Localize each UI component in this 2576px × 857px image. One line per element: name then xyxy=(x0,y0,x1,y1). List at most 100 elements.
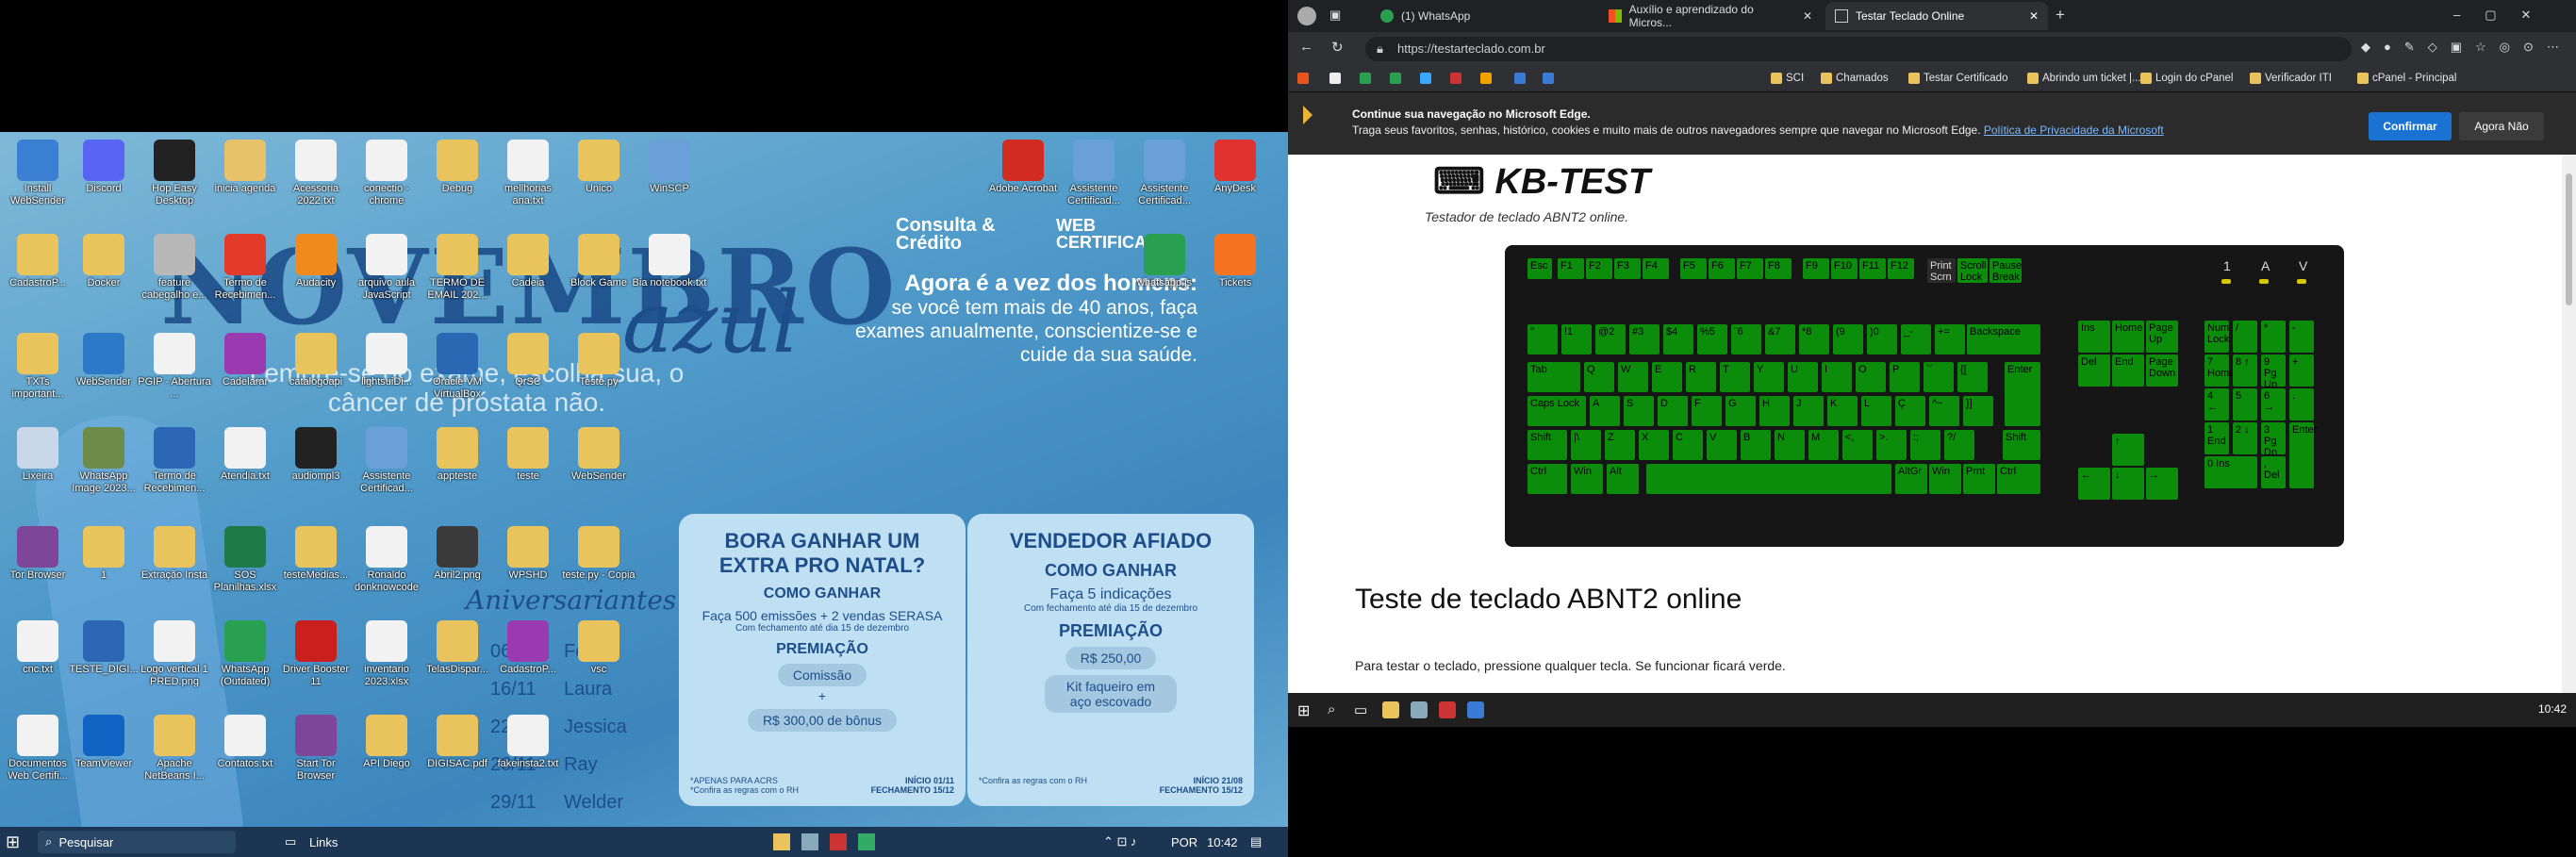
keyboard-key[interactable]: Win xyxy=(1571,464,1603,494)
new-tab-button[interactable]: + xyxy=(2056,6,2065,25)
favorite-icon[interactable] xyxy=(1420,70,1431,87)
confirm-button[interactable]: Confirmar xyxy=(2369,112,2452,140)
desktop-icon[interactable]: TERMO DE EMAIL 202... xyxy=(420,230,495,324)
keyboard-key[interactable]: F11 xyxy=(1859,258,1886,279)
windows-start-icon[interactable]: ⊞ xyxy=(1297,701,1314,719)
keyboard-key[interactable]: Q xyxy=(1584,362,1614,392)
keyboard-key[interactable]: F1 xyxy=(1558,258,1584,279)
desktop-icon[interactable]: Lixeira xyxy=(0,423,75,518)
keyboard-key[interactable]: F4 xyxy=(1643,258,1669,279)
keyboard-key[interactable]: X xyxy=(1639,430,1669,460)
desktop-icon[interactable]: AnyDesk xyxy=(1197,136,1273,230)
favorite-link[interactable]: Login do cPanel xyxy=(2140,70,2233,87)
keyboard-key[interactable]: |\ xyxy=(1571,430,1601,460)
keyboard-key[interactable]: Scroll Lock xyxy=(1957,258,1988,283)
keyboard-key[interactable]: 5 xyxy=(2233,388,2257,420)
keyboard-key[interactable]: `´ xyxy=(1924,362,1954,392)
desktop-icon[interactable]: Driver Booster 11 xyxy=(278,617,354,711)
keyboard-key[interactable]: F10 xyxy=(1831,258,1858,279)
tab-actions-icon[interactable]: ▣ xyxy=(1329,8,1341,23)
desktop-icon[interactable]: WebSender xyxy=(561,423,636,518)
file-explorer-icon[interactable] xyxy=(1382,701,1399,718)
desktop-icon[interactable]: Ronaldo donknowcode xyxy=(349,522,424,617)
back-icon[interactable]: ← xyxy=(1299,39,1313,55)
keyboard-key[interactable]: F7 xyxy=(1737,258,1763,279)
favorite-icon[interactable] xyxy=(1360,70,1371,87)
keyboard-key[interactable]: ¨6 xyxy=(1731,324,1761,354)
keyboard-key[interactable]: Page Down xyxy=(2146,354,2178,387)
keyboard-key[interactable]: !1 xyxy=(1561,324,1592,354)
desktop-icon[interactable]: Termo de Recebimen... xyxy=(207,230,283,324)
keyboard-key[interactable]: Z xyxy=(1605,430,1635,460)
keyboard-key[interactable]: ?/ xyxy=(1944,430,1974,460)
keyboard-key[interactable]: F3 xyxy=(1614,258,1641,279)
keyboard-key[interactable]: V xyxy=(1707,430,1737,460)
keyboard-key[interactable]: R xyxy=(1686,362,1716,392)
keyboard-key[interactable]: Page Up xyxy=(2146,321,2178,353)
keyboard-key[interactable]: Home xyxy=(2112,321,2144,353)
desktop-icon[interactable]: TXTs important... xyxy=(0,329,75,423)
keyboard-key[interactable]: - xyxy=(2289,321,2314,353)
refresh-icon[interactable]: ↻ xyxy=(1331,39,1344,56)
keyboard-key[interactable]: " xyxy=(1527,324,1558,354)
keyboard-key[interactable]: S xyxy=(1624,396,1654,426)
keyboard-key[interactable]: *8 xyxy=(1799,324,1829,354)
desktop-icon[interactable]: Start Tor Browser xyxy=(278,711,354,805)
desktop-icon[interactable]: Install WebSender xyxy=(0,136,75,230)
desktop-icon[interactable]: Assistente Certificad... xyxy=(1127,136,1202,230)
desktop-icon[interactable]: Acessoria 2022.txt xyxy=(278,136,354,230)
desktop-icon[interactable]: arquivo aula JavaScript xyxy=(349,230,424,324)
keyboard-key[interactable]: 8 ↑ xyxy=(2233,354,2257,387)
desktop-icon[interactable]: Docker xyxy=(66,230,141,324)
keyboard-key[interactable]: >. xyxy=(1876,430,1907,460)
keyboard-key[interactable]: F9 xyxy=(1803,258,1829,279)
keyboard-key[interactable]: F2 xyxy=(1586,258,1612,279)
desktop-icon[interactable]: Unico xyxy=(561,136,636,230)
keyboard-key[interactable]: F xyxy=(1692,396,1722,426)
keyboard-key[interactable] xyxy=(1646,464,1891,494)
desktop-icon[interactable]: Documentos Web Certifi... xyxy=(0,711,75,805)
keyboard-key[interactable]: 6 → xyxy=(2261,388,2286,420)
keyboard-key[interactable]: {[ xyxy=(1957,362,1988,392)
keyboard-key[interactable]: J xyxy=(1793,396,1824,426)
keyboard-key[interactable]: F8 xyxy=(1765,258,1792,279)
desktop-icon[interactable]: TelasDispar... xyxy=(420,617,495,711)
keyboard-key[interactable]: Esc xyxy=(1527,258,1552,279)
desktop-icon[interactable]: WPSHD xyxy=(490,522,566,617)
desktop-icon[interactable]: Abril2.png xyxy=(420,522,495,617)
desktop-icon[interactable]: CadastroP... xyxy=(0,230,75,324)
desktop-icon[interactable]: mellhorias ana.txt xyxy=(490,136,566,230)
desktop-icon[interactable]: Apache NetBeans I... xyxy=(137,711,212,805)
keyboard-key[interactable]: Ins xyxy=(2078,321,2110,353)
keyboard-key[interactable]: B xyxy=(1741,430,1771,460)
taskview-icon[interactable]: ▭ xyxy=(285,827,296,857)
favorite-icon[interactable] xyxy=(1329,70,1341,87)
desktop-icon[interactable]: Atendia.txt xyxy=(207,423,283,518)
desktop-icon[interactable]: TESTE_DIGI... xyxy=(66,617,141,711)
desktop-icon[interactable]: Tor Browser xyxy=(0,522,75,617)
favorite-icon[interactable] xyxy=(1450,70,1461,87)
keyboard-key[interactable]: 3 Pg Dn xyxy=(2261,422,2286,458)
desktop-icon[interactable]: DIGISAC.pdf xyxy=(420,711,495,805)
keyboard-key[interactable]: += xyxy=(1935,324,1965,354)
taskbar-search-box[interactable]: ⌕ Pesquisar xyxy=(38,831,236,853)
keyboard-key[interactable]: :; xyxy=(1910,430,1940,460)
keyboard-key[interactable]: D xyxy=(1658,396,1688,426)
clock[interactable]: 10:42 xyxy=(1207,827,1238,857)
desktop-icon[interactable]: Teste.py xyxy=(561,329,636,423)
keyboard-key[interactable]: Ctrl xyxy=(1997,464,2040,494)
desktop-icon[interactable]: API Diego xyxy=(349,711,424,805)
taskview-icon[interactable]: ▭ xyxy=(1354,701,1371,718)
keyboard-key[interactable]: 4 ← xyxy=(2204,388,2229,420)
favorite-link[interactable]: Abrindo um ticket |... xyxy=(2027,70,2141,87)
keyboard-key[interactable]: #3 xyxy=(1629,324,1660,354)
desktop-icon[interactable]: Cadelarar xyxy=(207,329,283,423)
desktop-icon[interactable]: fakeinsta2.txt xyxy=(490,711,566,805)
keyboard-key[interactable]: N xyxy=(1775,430,1805,460)
app-icon[interactable] xyxy=(1439,701,1456,718)
favorite-icon[interactable] xyxy=(1390,70,1401,87)
keyboard-key[interactable]: K xyxy=(1827,396,1858,426)
favorite-link[interactable]: Testar Certificado xyxy=(1908,70,2007,87)
edge-icon[interactable] xyxy=(1467,701,1484,718)
favorite-icon[interactable] xyxy=(1480,70,1492,87)
